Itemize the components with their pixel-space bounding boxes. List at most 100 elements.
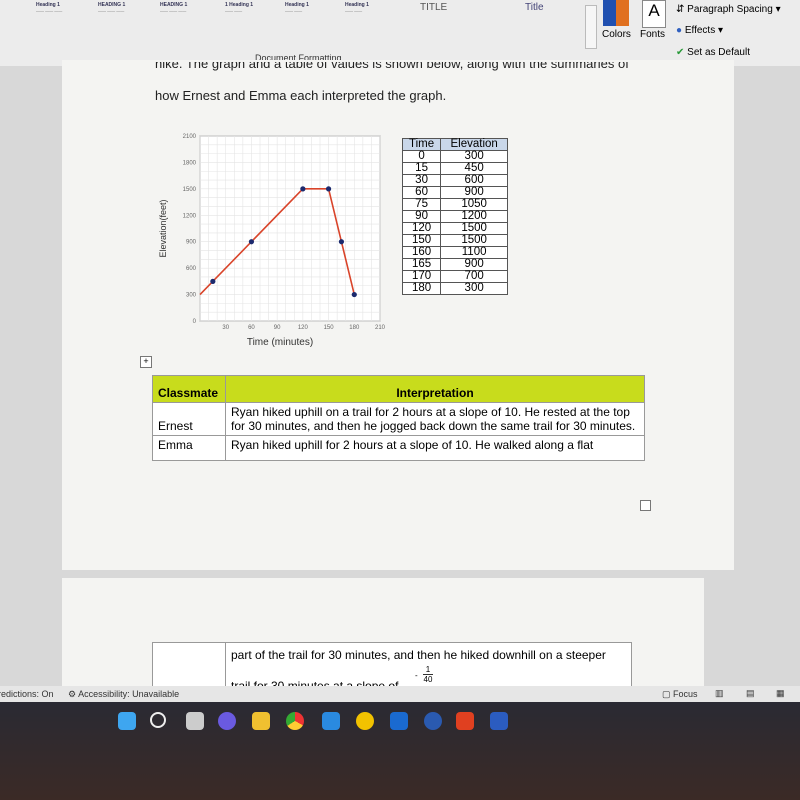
time-cell: 0 bbox=[401, 150, 442, 163]
elevation-chart: 0 300 600 900 1200 1500 1800 2100 30 60 90 120 150 18… bbox=[158, 134, 386, 348]
read-mode-icon[interactable]: ▥ bbox=[715, 688, 724, 699]
time-cell: 75 bbox=[401, 198, 442, 211]
elevation-cell: 900 bbox=[440, 186, 509, 199]
interpretation-text[interactable]: Ryan hiked uphill on a trail for 2 hours… bbox=[225, 402, 645, 436]
table-resize-handle[interactable] bbox=[640, 500, 651, 511]
table-row: 30 600 bbox=[401, 174, 509, 187]
elevation-cell: 450 bbox=[440, 162, 509, 175]
style-gallery-item[interactable]: Heading 1 —— —— bbox=[285, 2, 341, 42]
print-layout-icon[interactable]: ▤ bbox=[746, 688, 755, 699]
x-tick-label: 150 bbox=[324, 325, 335, 331]
table-row: 180 300 bbox=[401, 282, 509, 295]
style-gallery-item[interactable]: Heading 1 —— —— —— bbox=[36, 2, 92, 42]
y-tick-label: 600 bbox=[186, 266, 197, 272]
set-default-button[interactable]: ✔ Set as Default bbox=[676, 47, 750, 58]
elevation-cell: 1100 bbox=[440, 246, 509, 259]
fonts-icon[interactable]: A bbox=[642, 0, 666, 28]
data-point bbox=[351, 291, 357, 298]
style-gallery-item[interactable]: 1 Heading 1 —— —— bbox=[225, 2, 281, 42]
interpretation-text[interactable]: Ryan hiked uphill for 2 hours at a slope… bbox=[225, 435, 645, 461]
table-row: 60 900 bbox=[401, 186, 509, 199]
table-move-handle-icon[interactable]: + bbox=[140, 356, 152, 368]
set-default-label: Set as Default bbox=[687, 47, 750, 58]
style-title-2[interactable]: Title bbox=[525, 2, 544, 13]
data-point bbox=[325, 186, 332, 192]
style-gallery-item[interactable]: Heading 1 —— —— bbox=[345, 2, 401, 42]
start-icon[interactable] bbox=[118, 712, 136, 730]
elevation-cell: 900 bbox=[440, 258, 509, 271]
ribbon: Heading 1 —— —— —— HEADING 1 —— —— —— HEAD… bbox=[0, 0, 800, 67]
focus-button[interactable]: ▢ Focus bbox=[662, 689, 698, 700]
x-tick-label: 180 bbox=[349, 325, 360, 331]
time-cell: 60 bbox=[401, 186, 442, 199]
x-tick-label: 120 bbox=[298, 325, 309, 331]
table-row: Ernest Ryan hiked uphill on a trail for 2… bbox=[152, 402, 645, 436]
accessibility-status[interactable]: ⚙ Accessibility: Unavailable bbox=[68, 689, 179, 700]
elevation-cell: 700 bbox=[440, 270, 509, 283]
table-row: 170 700 bbox=[401, 270, 509, 283]
time-cell: 90 bbox=[401, 210, 442, 223]
file-explorer-icon[interactable] bbox=[252, 712, 270, 730]
search-icon[interactable] bbox=[150, 712, 166, 728]
table-row: 90 1200 bbox=[401, 210, 509, 223]
y-axis-label: Elevation(feet) bbox=[158, 199, 168, 257]
col-interpretation: Interpretation bbox=[225, 375, 645, 403]
x-tick-label: 30 bbox=[222, 325, 229, 331]
outlook-icon[interactable] bbox=[390, 712, 408, 730]
x-tick-label: 210 bbox=[375, 325, 386, 331]
paragraph-spacing-label: Paragraph Spacing bbox=[687, 4, 773, 15]
web-layout-icon[interactable]: ▦ bbox=[776, 688, 785, 699]
accessibility-label: Accessibility: Unavailable bbox=[78, 689, 180, 699]
predictions-status[interactable]: Predictions: On bbox=[0, 689, 54, 699]
table-row: 165 900 bbox=[401, 258, 509, 271]
table-row: Emma Ryan hiked uphill for 2 hours at a s… bbox=[152, 435, 645, 461]
table-row: 120 1500 bbox=[401, 222, 509, 235]
table-row: 15 450 bbox=[401, 162, 509, 175]
elevation-cell: 300 bbox=[440, 282, 509, 295]
colors-button[interactable]: Colors bbox=[602, 29, 631, 40]
word-icon[interactable] bbox=[490, 712, 508, 730]
style-gallery-item[interactable]: HEADING 1 —— —— —— bbox=[98, 2, 154, 42]
y-tick-label: 1500 bbox=[183, 187, 197, 193]
interpretation-table: Classmate Interpretation Ernest Ryan hiked… bbox=[152, 375, 645, 461]
gallery-scroll[interactable] bbox=[585, 5, 597, 49]
download-icon[interactable] bbox=[356, 712, 374, 730]
elevation-cell: 1500 bbox=[440, 234, 509, 247]
mail-icon[interactable] bbox=[322, 712, 340, 730]
colors-swatch-icon[interactable] bbox=[603, 0, 629, 26]
col-classmate: Classmate bbox=[152, 375, 226, 403]
app-icon[interactable] bbox=[424, 712, 442, 730]
values-table: Time Elevation 0 300 15 450 30 600 60 900 75 1050 9… bbox=[401, 138, 509, 295]
effects-button[interactable]: ● Effects ▾ bbox=[676, 25, 723, 36]
paragraph-spacing-button[interactable]: ⇵ Paragraph Spacing ▾ bbox=[676, 4, 781, 15]
classmate-name: Ernest bbox=[152, 402, 226, 436]
time-cell: 165 bbox=[401, 258, 442, 271]
y-tick-label: 300 bbox=[186, 293, 197, 299]
interpretation-text: part of the trail for 30 minutes, and th… bbox=[231, 648, 606, 662]
y-tick-label: 900 bbox=[186, 240, 197, 246]
status-bar: Predictions: On ⚙ Accessibility: Unavail… bbox=[0, 686, 800, 702]
y-tick-label: 0 bbox=[193, 319, 197, 325]
fraction-numerator: 1 bbox=[425, 665, 431, 674]
body-text-line: how Ernest and Emma each interpreted the… bbox=[155, 88, 447, 103]
check-icon: ✔ bbox=[676, 47, 685, 58]
col-time: Time bbox=[401, 138, 442, 151]
time-cell: 170 bbox=[401, 270, 442, 283]
elevation-cell: 300 bbox=[440, 150, 509, 163]
x-tick-label: 60 bbox=[248, 325, 255, 331]
time-cell: 15 bbox=[401, 162, 442, 175]
elevation-cell: 600 bbox=[440, 174, 509, 187]
time-cell: 150 bbox=[401, 234, 442, 247]
chrome-icon[interactable] bbox=[286, 712, 304, 730]
chat-icon[interactable] bbox=[218, 712, 236, 730]
task-view-icon[interactable] bbox=[186, 712, 204, 730]
style-title[interactable]: TITLE bbox=[420, 2, 447, 13]
table-row: 160 1100 bbox=[401, 246, 509, 259]
data-point bbox=[248, 239, 255, 245]
elevation-cell: 1200 bbox=[440, 210, 509, 223]
style-gallery-item[interactable]: HEADING 1 —— —— —— bbox=[160, 2, 216, 42]
office-icon[interactable] bbox=[456, 712, 474, 730]
fraction-denominator: 40 bbox=[423, 674, 433, 684]
taskbar bbox=[0, 702, 800, 800]
fonts-button[interactable]: Fonts bbox=[640, 29, 665, 40]
